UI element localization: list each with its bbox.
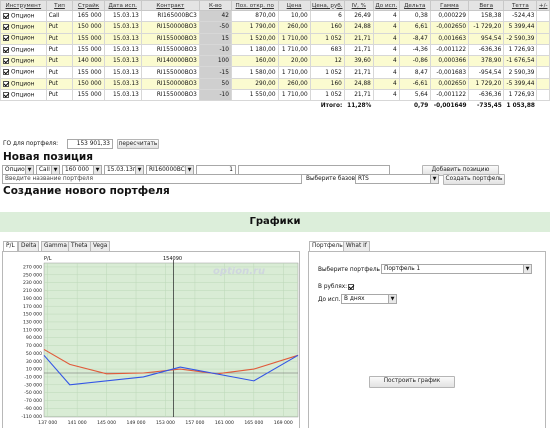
y-tick-label: -70 000 [24,398,42,404]
chart-ylabel: P/L [44,256,52,262]
x-tick-label: 165 000 [244,420,263,426]
exp-select[interactable]: В днях ▼ [341,294,397,304]
y-tick-label: 70 000 [26,343,42,349]
x-tick-label: 169 000 [274,420,293,426]
y-tick-label: 170 000 [23,304,42,310]
x-tick-label: 145 000 [97,420,116,426]
build-chart-button[interactable]: Построить график [369,376,455,388]
x-tick-label: 153 000 [156,420,175,426]
y-tick-label: 190 000 [23,296,42,302]
y-tick-label: 10 000 [26,367,42,373]
portfolio-label: Выберите портфель [318,267,380,273]
portfolio-select[interactable]: Портфель 1 ▼ [381,264,532,274]
tab-what-if[interactable]: What if [343,241,370,251]
rub-checkbox[interactable] [348,284,354,290]
y-tick-label: 90 000 [26,335,42,341]
chevron-down-icon: ▼ [388,295,396,303]
x-tick-label: 157 000 [185,420,204,426]
watermark: option.ru [213,266,266,277]
y-tick-label: 130 000 [23,320,42,326]
y-tick-label: -110 000 [21,414,42,420]
x-tick-label: 149 000 [127,420,146,426]
y-tick-label: -30 000 [24,382,42,388]
x-tick-label: 161 000 [215,420,234,426]
y-tick-label: 150 000 [23,312,42,318]
y-tick-label: 230 000 [23,280,42,286]
plot-area [43,262,299,418]
y-tick-label: 210 000 [23,288,42,294]
cursor-label: 154090 [163,256,183,262]
exp-select-value: В днях [344,296,365,302]
chevron-down-icon: ▼ [523,265,531,273]
x-tick-label: 137 000 [38,420,57,426]
y-tick-label: -10 000 [24,375,42,381]
y-tick-label: 270 000 [23,265,42,271]
settings-panel [308,251,546,428]
tab-portfolio[interactable]: Портфель [309,241,346,251]
y-tick-label: 250 000 [23,272,42,278]
y-tick-label: 110 000 [23,327,42,333]
x-tick-label: 141 000 [68,420,87,426]
y-tick-label: 30 000 [26,359,42,365]
rub-label: В рублях: [318,284,348,290]
exp-label: До исп.: [318,297,343,303]
y-tick-label: 50 000 [26,351,42,357]
y-tick-label: -50 000 [24,390,42,396]
portfolio-select-value: Портфель 1 [384,266,421,272]
y-tick-label: -90 000 [24,406,42,412]
